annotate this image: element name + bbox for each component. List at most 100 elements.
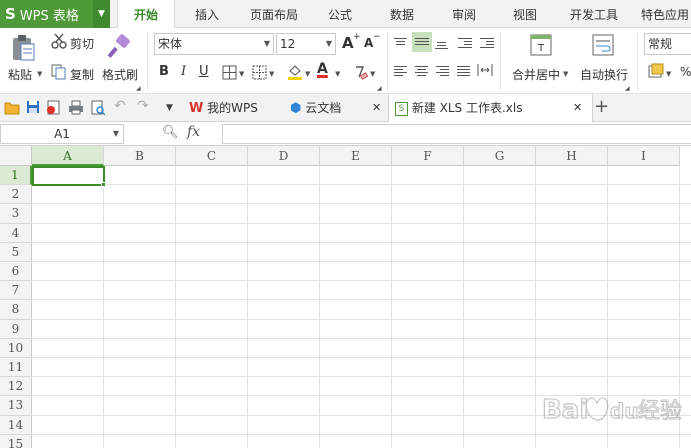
row-header-14[interactable]: 14 — [0, 415, 32, 435]
italic-button[interactable]: I — [181, 64, 186, 79]
row-header-10[interactable]: 10 — [0, 338, 32, 358]
cell-style-dropdown-icon[interactable]: ▼ — [269, 70, 274, 78]
formula-input[interactable] — [222, 124, 691, 144]
distributed-align-icon[interactable] — [477, 62, 493, 81]
format-painter-icon[interactable] — [107, 34, 133, 63]
new-tab-plus-icon[interactable]: + — [594, 96, 609, 117]
open-folder-icon[interactable] — [4, 100, 20, 118]
row-header-9[interactable]: 9 — [0, 319, 32, 339]
row-header-6[interactable]: 6 — [0, 262, 32, 282]
row-header-4[interactable]: 4 — [0, 223, 32, 243]
undo-icon[interactable]: ↶ — [114, 98, 126, 114]
copy-button[interactable]: 复制 — [70, 66, 94, 83]
row-header-3[interactable]: 3 — [0, 204, 32, 224]
row-header-7[interactable]: 7 — [0, 281, 32, 301]
tab-special-features[interactable]: 特色应用 — [635, 0, 691, 28]
scissors-icon[interactable] — [51, 33, 67, 52]
row-header-2[interactable]: 2 — [0, 185, 32, 205]
increase-indent-icon[interactable] — [480, 36, 494, 48]
tab-data[interactable]: 数据 — [384, 0, 420, 28]
app-menu-dropdown-icon[interactable]: ▼ — [93, 0, 110, 28]
bold-button[interactable]: B — [159, 64, 169, 79]
column-header-c[interactable]: C — [176, 146, 248, 166]
row-header-8[interactable]: 8 — [0, 300, 32, 320]
align-middle-icon[interactable] — [412, 32, 432, 52]
font-color-dropdown-icon[interactable]: ▼ — [335, 70, 340, 78]
align-right-icon[interactable] — [436, 64, 449, 76]
decrease-indent-icon[interactable] — [458, 36, 472, 48]
align-left-icon[interactable] — [394, 64, 407, 76]
close-tab-icon[interactable]: ✕ — [372, 94, 381, 122]
column-header-e[interactable]: E — [320, 146, 392, 166]
row-header-15[interactable]: 15 — [0, 434, 32, 448]
row-header-1[interactable]: 1 — [0, 166, 32, 186]
column-header-h[interactable]: H — [536, 146, 608, 166]
paste-icon[interactable] — [10, 34, 36, 65]
tab-developer[interactable]: 开发工具 — [563, 0, 625, 28]
align-bottom-icon[interactable] — [435, 40, 448, 49]
fill-color-dropdown-icon[interactable]: ▼ — [305, 70, 310, 78]
row-header-11[interactable]: 11 — [0, 358, 32, 378]
decrease-font-size-button[interactable]: A — [364, 36, 373, 50]
column-header-g[interactable]: G — [464, 146, 536, 166]
clear-format-dropdown-icon[interactable]: ▼ — [370, 70, 375, 78]
fill-color-icon[interactable] — [287, 63, 303, 83]
export-pdf-icon[interactable] — [45, 100, 61, 118]
print-icon[interactable] — [68, 100, 84, 118]
font-group-expand-icon[interactable]: ◢ — [377, 85, 382, 92]
format-painter-button[interactable]: 格式刷 — [102, 66, 138, 83]
cell-style-icon[interactable] — [252, 65, 267, 83]
paste-dropdown-icon[interactable]: ▼ — [37, 70, 42, 78]
redo-icon[interactable]: ↷ — [137, 98, 149, 114]
merge-center-icon[interactable]: T — [530, 34, 552, 59]
doc-tab-cloud-docs[interactable]: ⬢ 云文档 — [290, 94, 385, 122]
tab-review[interactable]: 审阅 — [446, 0, 482, 28]
font-color-button[interactable]: A — [317, 61, 328, 77]
cut-button[interactable]: 剪切 — [70, 35, 94, 52]
borders-icon[interactable] — [222, 65, 237, 83]
insert-function-button[interactable]: fx — [187, 124, 200, 140]
font-size-dropdown[interactable]: 12 ▼ — [276, 33, 336, 55]
wrap-text-icon[interactable] — [592, 34, 614, 59]
close-tab-icon[interactable]: ✕ — [573, 94, 582, 122]
increase-font-size-button[interactable]: A — [342, 34, 354, 52]
justify-icon[interactable] — [457, 64, 470, 76]
column-header-i[interactable]: I — [608, 146, 680, 166]
tab-formulas[interactable]: 公式 — [322, 0, 358, 28]
column-header-b[interactable]: B — [104, 146, 176, 166]
row-header-5[interactable]: 5 — [0, 242, 32, 262]
percent-button[interactable]: % — [680, 65, 691, 79]
column-header-a[interactable]: A — [32, 146, 104, 166]
print-preview-icon[interactable] — [90, 100, 106, 118]
column-header-d[interactable]: D — [248, 146, 320, 166]
doc-tab-my-wps[interactable]: W 我的WPS — [187, 94, 283, 122]
name-box[interactable]: A1 ▼ — [0, 124, 124, 144]
alignment-group-expand-icon[interactable]: ◢ — [625, 85, 630, 92]
customize-toolbar-icon[interactable]: ▼ — [166, 103, 173, 113]
underline-button[interactable]: U — [199, 64, 209, 79]
font-name-dropdown[interactable]: 宋体 ▼ — [154, 33, 274, 55]
number-format-dropdown[interactable]: 常规 — [644, 33, 691, 55]
clear-format-icon[interactable] — [352, 64, 369, 83]
copy-icon[interactable] — [51, 64, 67, 83]
currency-format-dropdown-icon[interactable]: ▼ — [666, 70, 671, 78]
align-center-icon[interactable] — [415, 64, 428, 76]
doc-tab-active-workbook[interactable]: S 新建 XLS 工作表.xls — [388, 94, 593, 123]
row-header-13[interactable]: 13 — [0, 396, 32, 416]
tab-page-layout[interactable]: 页面布局 — [243, 0, 305, 28]
tab-insert[interactable]: 插入 — [184, 0, 230, 28]
tab-view[interactable]: 视图 — [507, 0, 543, 28]
select-all-corner[interactable] — [0, 146, 32, 166]
tab-home[interactable]: 开始 — [117, 0, 175, 29]
currency-format-icon[interactable] — [648, 63, 664, 82]
row-header-12[interactable]: 12 — [0, 377, 32, 397]
column-header-f[interactable]: F — [392, 146, 464, 166]
paste-button[interactable]: 粘贴 — [8, 66, 32, 83]
merge-center-button[interactable]: 合并居中 — [512, 66, 560, 83]
fill-handle[interactable] — [101, 182, 106, 188]
clipboard-group-expand-icon[interactable]: ◢ — [136, 85, 141, 92]
merge-center-dropdown-icon[interactable]: ▼ — [563, 70, 568, 78]
save-icon[interactable] — [26, 100, 40, 117]
borders-dropdown-icon[interactable]: ▼ — [239, 70, 244, 78]
wrap-text-button[interactable]: 自动换行 — [580, 66, 628, 83]
